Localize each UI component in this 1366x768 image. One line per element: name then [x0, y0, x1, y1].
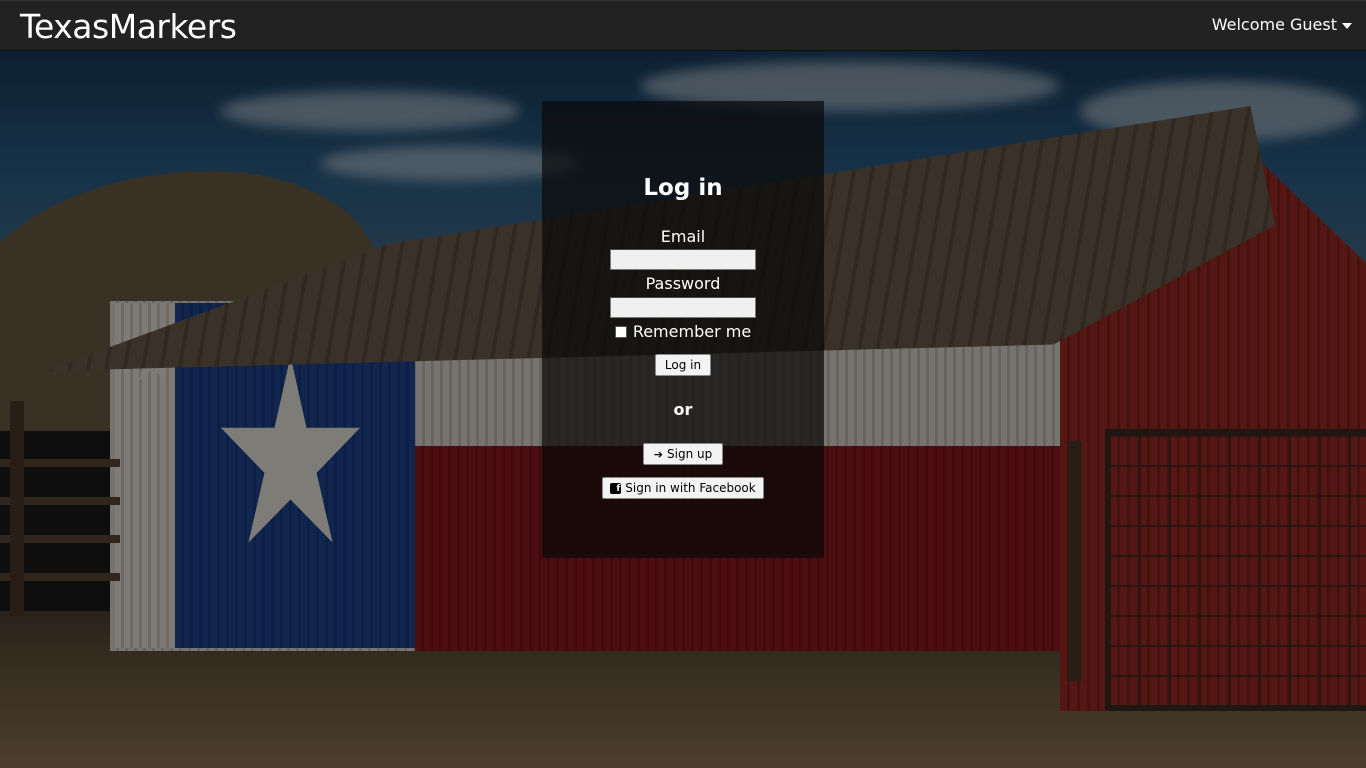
password-field[interactable] [610, 297, 756, 318]
brand-logo[interactable]: TexasMarkers [20, 7, 237, 46]
signup-button-label: Sign up [667, 447, 713, 461]
login-button[interactable]: Log in [655, 354, 711, 376]
email-label: Email [660, 227, 706, 246]
remember-me-row: Remember me [542, 322, 824, 341]
user-menu-label: Welcome Guest [1211, 15, 1337, 34]
or-divider: or [673, 400, 693, 419]
email-field[interactable] [610, 249, 756, 270]
facebook-square-icon: f [610, 482, 622, 494]
user-menu-toggle[interactable]: Welcome Guest [1212, 15, 1352, 34]
facebook-signin-label: Sign in with Facebook [625, 481, 756, 495]
login-panel: Log in Email Password Remember me Log in… [542, 101, 824, 558]
navbar: TexasMarkers Welcome Guest [0, 0, 1366, 51]
sign-in-icon: ➔ [653, 447, 663, 461]
signup-button[interactable]: ➔ Sign up [643, 443, 723, 465]
login-title: Log in [643, 175, 723, 201]
login-button-label: Log in [664, 358, 702, 372]
facebook-signin-button[interactable]: f Sign in with Facebook [602, 477, 764, 499]
remember-me-checkbox[interactable] [614, 325, 627, 338]
remember-me-label[interactable]: Remember me [633, 322, 751, 341]
password-label: Password [645, 274, 721, 293]
caret-down-icon [1342, 22, 1352, 29]
